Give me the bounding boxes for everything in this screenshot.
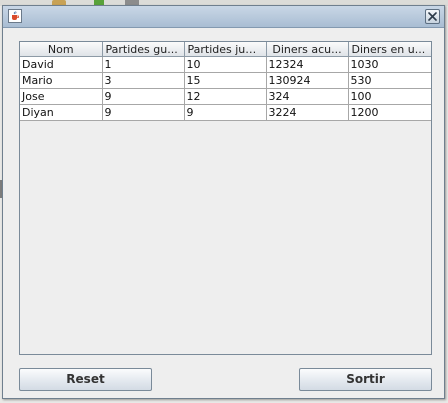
close-icon[interactable] [425,9,440,24]
table-cell[interactable]: 1030 [348,56,431,73]
table-cell[interactable]: 3 [102,72,185,89]
table-cell[interactable]: 12 [184,88,267,105]
table-row[interactable]: David 1 10 12324 1030 [20,56,431,73]
column-header[interactable]: Diners acu... [266,42,349,57]
table-cell[interactable]: 15 [184,72,267,89]
column-header[interactable]: Partides gu... [102,42,185,57]
dialog-window: Nom Partides gu... Partides jug... Diner… [2,5,445,399]
reset-button[interactable]: Reset [19,368,152,391]
table-cell[interactable]: 3224 [266,104,349,121]
table-cell[interactable]: 100 [348,88,431,105]
table-cell[interactable]: 9 [102,104,185,121]
table-cell[interactable]: 12324 [266,56,349,73]
table-cell[interactable]: Diyan [20,104,103,121]
sortir-button[interactable]: Sortir [299,368,432,391]
table-cell[interactable]: 530 [348,72,431,89]
table-row[interactable]: Jose 9 12 324 100 [20,88,431,105]
column-header[interactable]: Nom [20,42,103,57]
table-row[interactable]: Diyan 9 9 3224 1200 [20,104,431,121]
table-cell[interactable]: 1 [102,56,185,73]
table-cell[interactable]: 130924 [266,72,349,89]
title-bar[interactable] [3,6,444,28]
column-header[interactable]: Partides jug... [184,42,267,57]
java-cup-icon [8,9,22,23]
table-cell[interactable]: 10 [184,56,267,73]
table-cell[interactable]: Mario [20,72,103,89]
column-header[interactable]: Diners en u... [348,42,431,57]
table-row[interactable]: Mario 3 15 130924 530 [20,72,431,89]
table-cell[interactable]: David [20,56,103,73]
data-table: Nom Partides gu... Partides jug... Diner… [20,42,431,121]
table-cell[interactable]: 1200 [348,104,431,121]
table-header-row: Nom Partides gu... Partides jug... Diner… [20,42,431,57]
table-cell[interactable]: 9 [184,104,267,121]
table-cell[interactable]: 9 [102,88,185,105]
table-cell[interactable]: 324 [266,88,349,105]
scroll-pane[interactable]: Nom Partides gu... Partides jug... Diner… [19,41,432,355]
table-cell[interactable]: Jose [20,88,103,105]
